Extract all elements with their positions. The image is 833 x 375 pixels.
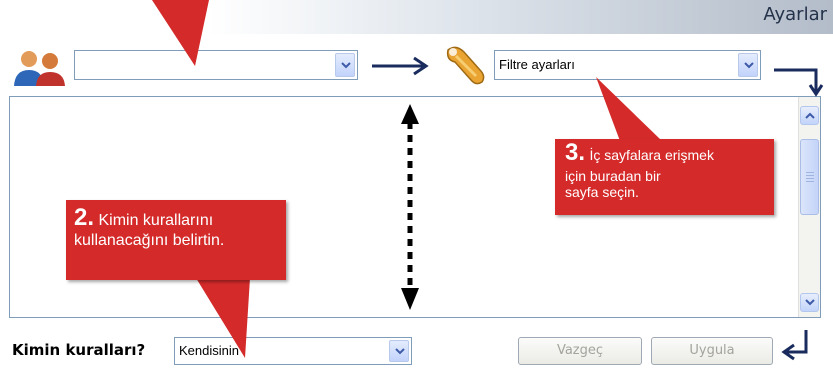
filter-settings-select[interactable]: Filtre ayarları xyxy=(494,50,761,80)
callout-step-3-number: 3. xyxy=(565,139,586,166)
vertical-scrollbar[interactable] xyxy=(798,97,820,317)
callout-step-2: 2. Kimin kurallarını kullanacağını belir… xyxy=(66,200,286,280)
title-bar: Ayarlar xyxy=(0,0,833,34)
callout-step-3-line3: sayfa seçin. xyxy=(565,184,639,200)
callout-step-3-line1: İç sayfalara erişmek xyxy=(589,147,714,163)
user-select-dropdown-button[interactable] xyxy=(335,53,355,77)
whose-rules-label: Kimin kuralları? xyxy=(12,341,146,359)
callout-step-2-line2: kullanacağını belirtin. xyxy=(74,232,225,249)
right-arrow-icon xyxy=(372,56,429,76)
chevron-down-icon xyxy=(341,62,351,69)
corner-down-arrow-icon xyxy=(774,68,824,97)
scroll-up-button[interactable] xyxy=(800,106,819,125)
return-arrow-icon xyxy=(781,330,808,361)
scroll-down-button[interactable] xyxy=(800,293,819,312)
window-title: Ayarlar xyxy=(763,4,827,25)
chevron-down-icon xyxy=(744,62,754,69)
filter-settings-value: Filtre ayarları xyxy=(499,57,575,72)
whose-rules-select[interactable]: Kendisinin xyxy=(174,337,412,365)
chevron-down-icon xyxy=(805,299,815,306)
filter-select-dropdown-button[interactable] xyxy=(738,53,758,77)
callout-step-2-number: 2. xyxy=(74,204,95,231)
whose-rules-value: Kendisinin xyxy=(179,343,239,358)
chevron-down-icon xyxy=(395,348,405,355)
chevron-up-icon xyxy=(805,112,815,119)
user-select[interactable] xyxy=(74,50,358,80)
callout-step-2-line1: Kimin kurallarını xyxy=(98,212,214,229)
scroll-thumb[interactable] xyxy=(800,139,819,215)
apply-button[interactable]: Uygula xyxy=(651,337,773,365)
whose-rules-dropdown-button[interactable] xyxy=(389,340,409,362)
callout-step-3-line2: için buradan bir xyxy=(565,168,661,184)
callout-step-3: 3. İç sayfalara erişmek için buradan bir… xyxy=(555,139,774,215)
cancel-button[interactable]: Vazgeç xyxy=(518,337,642,365)
wrench-icon xyxy=(442,42,490,88)
users-icon xyxy=(10,46,70,88)
